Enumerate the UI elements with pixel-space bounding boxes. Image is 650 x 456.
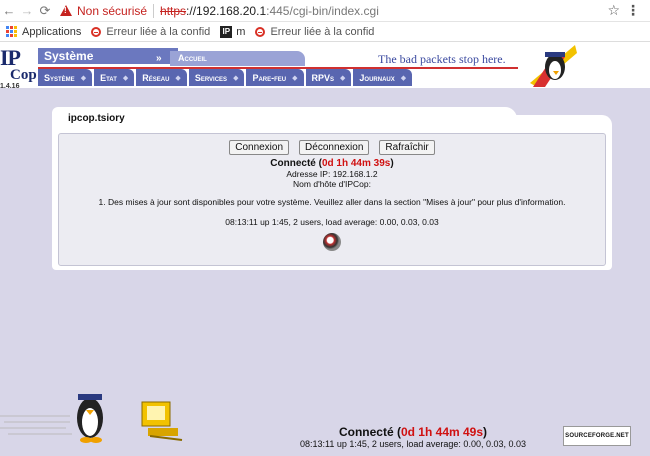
connection-box: Connexion Déconnexion Rafraîchir Connect… [58, 133, 606, 266]
warning-triangle-icon [60, 5, 72, 16]
bookmark-ip[interactable]: IP m [220, 25, 246, 38]
bookmarks-bar: Applications Erreur liée à la confid IP … [0, 22, 650, 42]
slogan: The bad packets stop here. [378, 52, 506, 66]
mascots-illustration-icon [0, 394, 183, 443]
diamond-icon: ◆ [122, 74, 129, 82]
diamond-icon: ◆ [400, 74, 407, 82]
footer-uptime: 08:13:11 up 1:45, 2 users, load average:… [299, 439, 526, 449]
url-scheme: https [160, 3, 187, 18]
menu-label: Etat [100, 72, 117, 83]
version-label: 1.4.16 [0, 83, 20, 90]
menu-label: Journaux [359, 72, 395, 83]
panel-title-tab-extension [502, 115, 612, 130]
ipcop-header: IP Cop 1.4.16 Système » Accueil The bad … [0, 43, 650, 91]
error-circle-icon [91, 26, 102, 37]
menu-journaux[interactable]: Journaux ◆ [353, 69, 413, 86]
reload-icon[interactable]: ⟳ [36, 3, 54, 19]
address-bar[interactable]: https://192.168.20.1:445/cgi-bin/index.c… [160, 4, 379, 18]
bookmark-privacy-error-2[interactable]: Erreur liée à la confid [255, 26, 374, 38]
menu-label: RPVs [311, 72, 335, 83]
browser-toolbar: ← → ⟳ Non sécurisé https://192.168.20.1:… [0, 0, 650, 22]
diamond-icon: ◆ [292, 74, 298, 82]
menu-label: Services [194, 72, 228, 83]
disconnect-button[interactable]: Déconnexion [299, 140, 370, 155]
menu-label: Réseau [142, 72, 170, 83]
menu-label: Système [44, 72, 75, 83]
footer-connection-status: Connecté (0d 1h 44m 49s) [278, 425, 548, 439]
security-label: Non sécurisé [77, 3, 148, 18]
bookmark-star-icon[interactable]: ☆ [607, 2, 620, 19]
menu-label: Pare-feu [252, 72, 287, 83]
status-suffix: ) [390, 158, 394, 169]
diamond-icon: ◆ [233, 74, 239, 82]
connect-button[interactable]: Connexion [229, 140, 290, 155]
breadcrumb[interactable]: » Accueil [156, 51, 305, 66]
logo-text-bottom: Cop [10, 67, 37, 83]
bookmark-label: m [236, 25, 246, 38]
system-uptime: 08:13:11 up 1:45, 2 users, load average:… [225, 217, 439, 227]
connection-uptime: 0d 1h 44m 39s [321, 158, 391, 169]
bookmark-label: Erreur liée à la confid [270, 25, 375, 38]
panel-body: Connexion Déconnexion Rafraîchir Connect… [52, 129, 612, 270]
diamond-icon: ◆ [175, 74, 181, 82]
menu-systeme[interactable]: Système ◆ [38, 69, 93, 86]
url-path: :445/cgi-bin/index.cgi [266, 3, 379, 18]
status-panel: ipcop.tsiory Connexion Déconnexion Rafra… [52, 107, 612, 270]
sourceforge-link[interactable]: SOURCEFORGE.NET [563, 426, 631, 446]
double-chevron-icon: » [156, 53, 162, 64]
network-status-icon [323, 233, 341, 251]
status-suffix: ) [483, 425, 488, 439]
ipcop-page: IP Cop 1.4.16 Système » Accueil The bad … [0, 43, 650, 456]
refresh-button[interactable]: Rafraîchir [379, 140, 435, 155]
updates-notice: 1. Des mises à jour sont disponibles pou… [98, 197, 566, 207]
menu-services[interactable]: Services ◆ [188, 69, 245, 86]
security-indicator[interactable]: Non sécurisé [60, 4, 147, 18]
connection-status: Connecté (0d 1h 44m 39s) [59, 158, 605, 169]
hostname: Nom d'hôte d'IPCop: [293, 179, 371, 189]
ip-favicon: IP [220, 25, 233, 38]
bookmark-label: Applications [22, 25, 82, 38]
tux-cop-mascot-icon [530, 45, 577, 87]
browser-menu-icon[interactable]: ⋮ [626, 2, 640, 19]
apps-grid-icon [6, 26, 17, 37]
status-prefix: Connecté ( [338, 425, 401, 439]
url-host: ://192.168.20.1 [186, 3, 267, 18]
diamond-icon: ◆ [340, 74, 346, 82]
status-prefix: Connecté ( [270, 158, 322, 169]
footer-status: Connecté (0d 1h 44m 49s) 08:13:11 up 1:4… [278, 425, 548, 449]
main-menu: Système ◆ Etat ◆ Réseau ◆ Services ◆ Pare-fe… [38, 69, 414, 86]
bookmark-label: Erreur liée à la confid [106, 25, 211, 38]
bookmark-applications[interactable]: Applications [6, 26, 81, 38]
diamond-icon: ◆ [80, 74, 87, 82]
ipcop-logo: IP Cop 1.4.16 [0, 45, 38, 91]
section-title-text: Système [44, 49, 94, 63]
logo-text-top: IP [0, 45, 21, 70]
ip-address: Adresse IP: 192.168.1.2 [286, 169, 378, 179]
error-circle-icon [255, 26, 266, 37]
menu-reseau[interactable]: Réseau ◆ [136, 69, 187, 86]
footer-connection-uptime: 0d 1h 44m 49s [400, 425, 484, 439]
panel-title: ipcop.tsiory [52, 107, 517, 130]
menu-pare-feu[interactable]: Pare-feu ◆ [246, 69, 304, 86]
back-icon[interactable]: ← [0, 3, 18, 18]
url-separator [153, 3, 155, 18]
connection-buttons: Connexion Déconnexion Rafraîchir [59, 140, 605, 155]
menu-etat[interactable]: Etat ◆ [94, 69, 135, 86]
breadcrumb-label: Accueil [178, 53, 207, 63]
forward-icon[interactable]: → [18, 3, 36, 18]
menu-rpvs[interactable]: RPVs ◆ [305, 69, 352, 86]
bookmark-privacy-error-1[interactable]: Erreur liée à la confid [91, 26, 210, 38]
